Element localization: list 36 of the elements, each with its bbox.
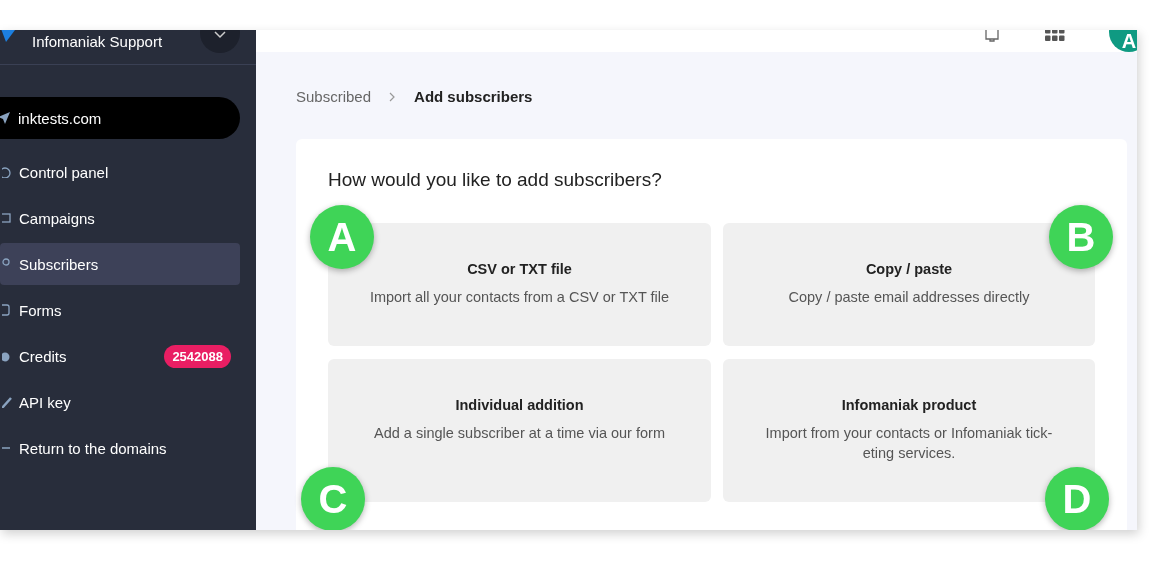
callout-marker: C — [301, 467, 365, 530]
breadcrumb-link[interactable]: Subscribed — [296, 88, 372, 105]
nav-item[interactable]: Forms — [0, 289, 240, 331]
nav-icon — [2, 166, 12, 178]
nav-icon — [2, 304, 12, 316]
bell-icon[interactable] — [983, 30, 1001, 42]
option-title: Copy / paste — [865, 261, 953, 277]
option-description: Import from your contacts or Infomaniak tick-eting services. — [764, 424, 1054, 463]
callout-marker: B — [1049, 205, 1113, 269]
nav-icon — [2, 350, 12, 362]
credits-badge: 2542088 — [164, 344, 231, 368]
apps-grid-icon[interactable] — [1045, 30, 1065, 42]
nav-item[interactable]: Subscribers — [0, 243, 240, 285]
user-avatar[interactable]: A — [1109, 30, 1137, 52]
option-title: Individual addition — [455, 397, 584, 413]
option-description: Copy / paste email addresses directly — [788, 288, 1030, 307]
callout-marker: D — [1045, 467, 1109, 530]
callout-marker: A — [310, 205, 374, 269]
paper-plane-icon — [0, 112, 10, 124]
nav-item[interactable]: Credits 2542088 — [0, 335, 240, 377]
chevron-down-icon — [214, 31, 226, 39]
nav-item[interactable]: Return to the domains — [0, 427, 240, 469]
option-description: Add a single subscriber at a time via our form — [374, 424, 665, 443]
nav-item[interactable]: Control panel — [0, 151, 240, 193]
panel-title: How would you like to add subscribers? — [328, 169, 663, 191]
nav-item[interactable]: Campaigns — [0, 197, 240, 239]
option-title: CSV or TXT file — [467, 261, 572, 277]
option-title: Infomaniak product — [841, 397, 977, 413]
domain-item[interactable]: inktests.com — [0, 97, 240, 139]
option-description: Import all your contacts from a CSV or TXT file — [369, 288, 670, 307]
organization-name: Infomaniak Support — [32, 32, 163, 50]
chevron-right-icon — [389, 91, 397, 102]
nav-item[interactable]: API key — [0, 381, 240, 423]
breadcrumb-current: Add subscribers — [414, 88, 533, 105]
nav-icon — [2, 396, 12, 408]
nav-icon — [2, 212, 12, 224]
